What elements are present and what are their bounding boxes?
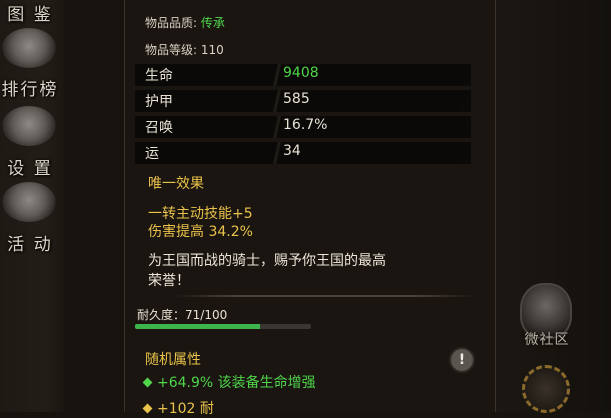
- flavor-text: 荣誉！: [148, 273, 190, 289]
- item-quality: 物品品质: 传承: [145, 14, 225, 31]
- sidebar-item-label: 图 鉴: [7, 5, 53, 25]
- gear-icon: [2, 106, 56, 146]
- random-attr-line: +64.9% 该装备生命增强: [142, 372, 316, 392]
- ranking-icon: [2, 28, 56, 68]
- stat-row: 运 34: [135, 142, 471, 164]
- stat-name: 生命: [145, 68, 173, 84]
- random-attr-text: +64.9% 该装备生命增强: [157, 375, 316, 391]
- stat-value: 16.7%: [283, 117, 328, 133]
- level-value: 110: [200, 43, 224, 57]
- divider: [175, 295, 475, 297]
- stat-row: 生命 9408: [135, 64, 471, 86]
- flavor-text: 为王国而战的骑士，赐予你王国的最高: [148, 253, 386, 269]
- quality-label: 物品品质:: [145, 16, 201, 30]
- unique-effect-line: 伤害提高 34.2%: [148, 224, 253, 240]
- sidebar: 图 鉴 排行榜 设 置 活 动: [0, 0, 64, 412]
- quality-value: 传承: [200, 16, 225, 30]
- stat-value: 34: [283, 143, 301, 159]
- stat-row: 召唤 16.7%: [135, 116, 471, 138]
- durability-fill: [135, 324, 260, 329]
- stat-name: 运: [145, 146, 159, 162]
- stat-name: 召唤: [145, 120, 173, 136]
- sidebar-item-label: 排行榜: [1, 80, 59, 100]
- unique-effect-title: 唯一效果: [148, 176, 204, 192]
- random-attr-title: 随机属性: [145, 352, 201, 368]
- stat-value: 9408: [283, 65, 319, 81]
- sidebar-item-label: 设 置: [7, 159, 53, 179]
- sidebar-item-label: 活 动: [7, 235, 53, 255]
- community-button-label[interactable]: 微社区: [512, 329, 582, 349]
- event-icon: [2, 182, 56, 222]
- durability-bar: [135, 324, 311, 329]
- random-attr-text: +102 耐: [157, 401, 214, 417]
- durability-label: 耐久度：71/100: [137, 308, 228, 322]
- unique-effect-line: 一转主动技能+5: [148, 206, 253, 222]
- stat-value: 585: [283, 91, 310, 107]
- diamond-icon: [142, 377, 153, 388]
- stat-name: 护甲: [145, 94, 173, 110]
- level-label: 物品等级:: [145, 43, 201, 57]
- stat-row: 护甲 585: [135, 90, 471, 112]
- settings-gear-icon[interactable]: [522, 365, 570, 413]
- random-attr-line: +102 耐: [142, 398, 214, 418]
- info-icon[interactable]: !: [449, 347, 475, 373]
- item-level: 物品等级: 110: [145, 41, 224, 58]
- right-panel: [495, 0, 611, 412]
